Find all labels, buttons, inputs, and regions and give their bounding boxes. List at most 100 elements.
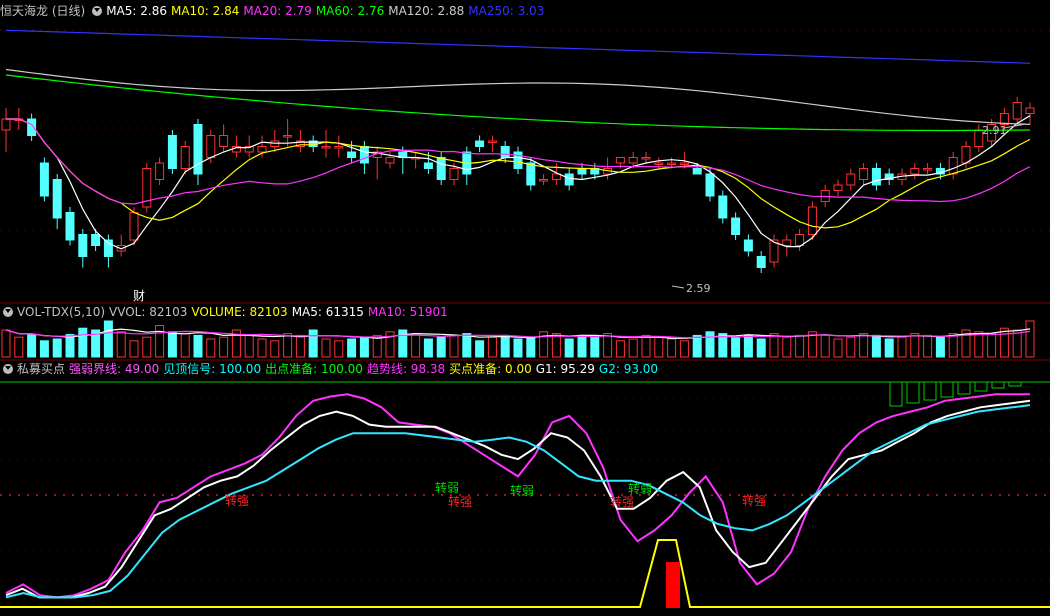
candle [78,234,88,257]
stock-title: 恒天海龙 (日线) [0,4,86,18]
candle [731,217,741,235]
buy-ready-line [0,539,1050,608]
ma250-line [5,29,1031,64]
candle [692,168,702,175]
volume-bar [551,333,561,358]
candle [654,162,664,165]
volume-bar [475,340,485,358]
candle [782,239,792,246]
low-price-label: 2.59 [686,282,711,295]
candle [193,124,203,175]
volume-bar [628,338,638,358]
volume-bar [487,336,497,358]
candle [641,157,651,160]
volume-bar [270,340,280,358]
top-signal-box [923,381,937,401]
volume-bar [1012,329,1022,358]
main-header: 恒天海龙 (日线) MA5: 2.86 MA10: 2.84 MA20: 2.79 MA… [0,2,552,20]
volume-bar [155,325,165,358]
volume-bar [731,336,741,358]
volume-bar [206,338,216,358]
dropdown-icon[interactable] [3,307,13,317]
volume-bar [283,333,293,358]
volume-bar [692,334,702,358]
top-signal-box [957,381,971,395]
top-signal-box [906,381,920,404]
legend-item: MA5: 61315 [291,305,364,319]
candle [449,168,459,180]
candle [206,135,216,158]
volume-bar [641,334,651,358]
volume-bar [974,331,984,358]
candle [129,212,139,241]
volume-bar [347,338,357,358]
candle [833,184,843,191]
volume-bar [78,327,88,358]
candle [283,135,293,138]
volume-bar [436,336,446,358]
candle [385,157,395,164]
candle [846,173,856,186]
candle [615,157,625,164]
candle [167,135,177,169]
candle [859,168,869,180]
candle [539,179,549,182]
volume-bar [180,333,190,358]
volume-bar [103,320,113,358]
candle [795,234,805,246]
candle [743,239,753,252]
volume-bar [142,336,152,358]
volume-bar [795,334,805,358]
candle [961,146,971,164]
candle [52,179,62,219]
legend-item: MA120: 2.88 [388,4,465,18]
signal-label: 转弱 [510,483,534,498]
volume-bar [910,333,920,358]
legend-item: MA10: 2.84 [170,4,240,18]
volume-bar [27,334,37,358]
candle [155,162,165,180]
volume-bar [615,340,625,358]
volume-bar [782,336,792,358]
buy-signal-bar [666,562,680,608]
indicator-title: 私募买点 [17,362,66,376]
volume-bar [871,334,881,358]
low-arrow [671,285,685,289]
dropdown-icon[interactable] [3,364,13,374]
volume-bar [846,336,856,358]
candle [500,146,510,158]
legend-item: G1: 95.29 [535,362,595,376]
candle [359,146,369,164]
candle [628,157,638,164]
dropdown-icon[interactable] [92,6,103,16]
volume-bar [769,333,779,358]
high-price-label: 2.91 [982,124,1007,137]
volume-bar [116,331,126,358]
candle [1,118,11,131]
g2-line [5,404,1031,599]
volume-bar [923,334,933,358]
candle [65,212,75,241]
volume-bar [526,336,536,358]
volume-bar [654,336,664,358]
top-signal-box [1008,381,1022,387]
ma120-line [5,68,1031,125]
volume-bar [167,331,177,358]
signal-label: 转弱 [628,481,652,496]
volume-bar [129,340,139,358]
candle [807,206,817,235]
volume-bar [884,338,894,358]
legend-item: VVOL: 82103 [109,305,188,319]
volume-legend: VVOL: 82103 VOLUME: 82103 MA5: 61315 MA10: … [109,305,452,319]
volume-bar [1025,320,1035,358]
volume-bar [219,336,229,358]
volume-bar [14,336,24,358]
candle [679,162,689,165]
volume-bar [295,334,305,358]
legend-item: MA5: 2.86 [106,4,167,18]
volume-bar [1,329,11,358]
volume-bar [321,338,331,358]
volume-bar [679,340,689,358]
candle [1012,102,1022,120]
legend-item: 趋势线: 98.38 [366,362,446,376]
